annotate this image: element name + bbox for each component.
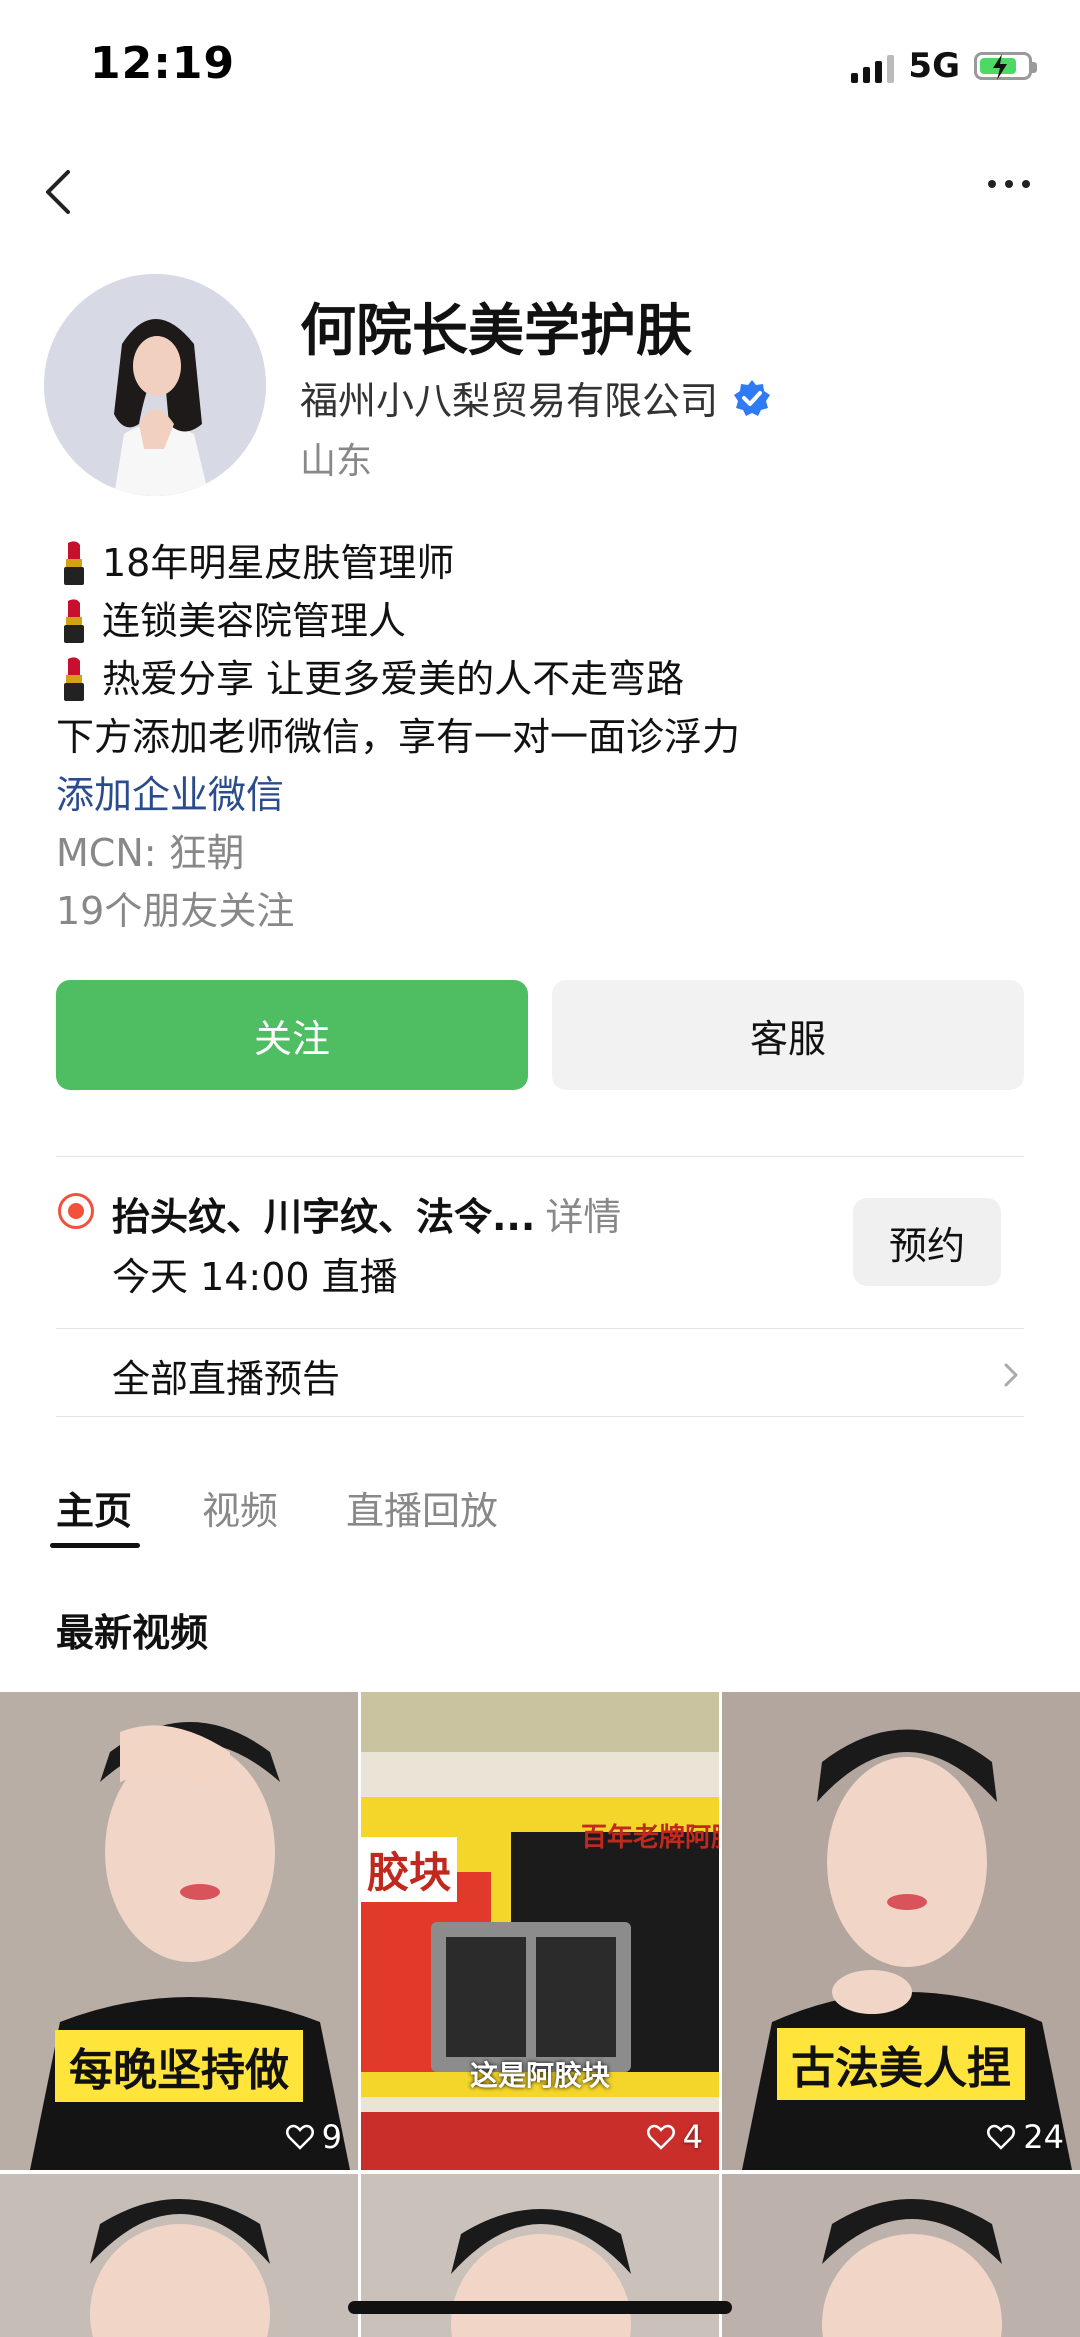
lipstick-icon xyxy=(64,541,84,585)
video-thumbnail[interactable]: 古法美人捏 24 xyxy=(722,1692,1080,2170)
divider xyxy=(56,1328,1024,1329)
chevron-right-icon xyxy=(1000,1357,1022,1393)
video-banner-secondary: 百年老牌阿胶 xyxy=(581,1823,719,1853)
heart-icon xyxy=(646,2124,675,2150)
lipstick-icon xyxy=(64,599,84,643)
active-tab-indicator xyxy=(50,1543,140,1548)
back-icon[interactable] xyxy=(40,162,80,222)
likes-count: 24 xyxy=(987,2118,1064,2156)
likes-count: 4 xyxy=(646,2118,703,2156)
tab-videos[interactable]: 视频 xyxy=(202,1480,278,1535)
video-thumbnail[interactable]: 每晚坚持做 9 xyxy=(0,1692,358,2170)
video-banner: 胶块 xyxy=(361,1837,458,1902)
more-icon[interactable] xyxy=(988,180,1030,188)
follow-button[interactable]: 关注 xyxy=(56,980,528,1090)
live-time: 今天 14:00 直播 xyxy=(112,1255,398,1299)
divider xyxy=(56,1156,1024,1157)
lipstick-icon xyxy=(64,657,84,701)
verified-icon xyxy=(734,379,771,416)
customer-service-button[interactable]: 客服 xyxy=(552,980,1024,1090)
bio-line: 连锁美容院管理人 xyxy=(56,592,740,650)
video-thumbnail[interactable] xyxy=(0,2174,358,2337)
friends-follow-label[interactable]: 19个朋友关注 xyxy=(56,882,740,940)
tab-live-replays[interactable]: 直播回放 xyxy=(346,1480,498,1535)
home-indicator[interactable] xyxy=(348,2301,732,2314)
battery-icon xyxy=(974,52,1037,80)
status-time: 12:19 xyxy=(90,38,236,89)
likes-count: 9 xyxy=(285,2118,342,2156)
divider xyxy=(56,1416,1024,1417)
all-live-previews[interactable]: 全部直播预告 xyxy=(112,1348,340,1403)
latest-videos-title: 最新视频 xyxy=(56,1611,209,1655)
reserve-button[interactable]: 预约 xyxy=(853,1198,1001,1286)
add-wechat-link[interactable]: 添加企业微信 xyxy=(56,766,740,824)
company-row: 福州小八梨贸易有限公司 xyxy=(300,370,772,425)
video-thumbnail[interactable] xyxy=(722,2174,1080,2337)
bio: 18年明星皮肤管理师 连锁美容院管理人 热爱分享 让更多爱美的人不走弯路 下方添… xyxy=(56,534,740,940)
tab-home[interactable]: 主页 xyxy=(56,1480,132,1535)
video-caption: 这是阿胶块 xyxy=(469,2059,611,2092)
live-detail-link[interactable]: 详情 xyxy=(545,1195,621,1239)
heart-icon xyxy=(285,2124,314,2150)
video-thumbnail[interactable]: 胶块 百年老牌阿胶 这是阿胶块 4 xyxy=(361,1692,719,2170)
heart-icon xyxy=(987,2124,1016,2150)
status-icons: 5G xyxy=(851,44,1037,88)
avatar[interactable] xyxy=(44,274,266,496)
bio-line: 热爱分享 让更多爱美的人不走弯路 xyxy=(56,650,740,708)
live-icon xyxy=(58,1193,94,1229)
video-caption: 每晚坚持做 xyxy=(55,2030,303,2102)
video-caption: 古法美人捏 xyxy=(777,2028,1025,2100)
mcn-label: MCN: 狂朝 xyxy=(56,831,245,875)
region-label: 山东 xyxy=(300,441,373,482)
live-title[interactable]: 抬头纹、川字纹、法令... 详情 xyxy=(112,1186,621,1241)
bio-note: 下方添加老师微信，享有一对一面诊浮力 xyxy=(56,715,741,759)
bio-line: 18年明星皮肤管理师 xyxy=(56,534,740,592)
signal-icon xyxy=(851,49,895,83)
network-label: 5G xyxy=(908,46,960,86)
profile-name: 何院长美学护肤 xyxy=(300,299,692,364)
company-name: 福州小八梨贸易有限公司 xyxy=(300,379,719,423)
